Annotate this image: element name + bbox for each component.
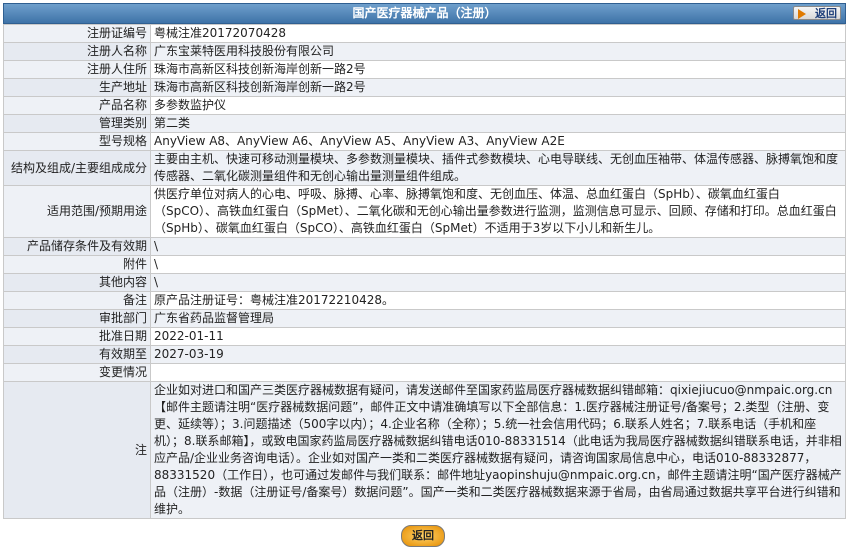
field-label: 变更情况 (3, 363, 151, 382)
panel-header: 国产医疗器械产品（注册） 返回 (3, 3, 846, 24)
field-label: 型号规格 (3, 132, 151, 151)
field-label: 附件 (3, 255, 151, 274)
field-value: \ (150, 255, 846, 274)
row-note: 注 企业如对进口和国产三类医疗器械数据有疑问，请发送邮件至国家药监局医疗器械数据… (3, 381, 846, 519)
field-label: 批准日期 (3, 327, 151, 346)
row-intended-use: 适用范围/预期用途 供医疗单位对病人的心电、呼吸、脉搏、心率、脉搏氧饱和度、无创血… (3, 185, 846, 238)
field-value: 广东宝莱特医用科技股份有限公司 (150, 42, 846, 61)
row-other: 其他内容 \ (3, 273, 846, 292)
field-value: \ (150, 237, 846, 256)
row-approval-date: 批准日期 2022-01-11 (3, 327, 846, 346)
field-value: 主要由主机、快速可移动测量模块、多参数测量模块、插件式参数模块、心电导联线、无创… (150, 150, 846, 186)
row-registration-no: 注册证编号 粤械注准20172070428 (3, 24, 846, 43)
field-label: 注册人名称 (3, 42, 151, 61)
field-label: 注 (3, 381, 151, 519)
back-button-bottom[interactable]: 返回 (401, 525, 445, 547)
row-model-spec: 型号规格 AnyView A8、AnyView A6、AnyView A5、Any… (3, 132, 846, 151)
back-button-top-label: 返回 (815, 7, 837, 20)
row-product-name: 产品名称 多参数监护仪 (3, 96, 846, 115)
field-label: 有效期至 (3, 345, 151, 364)
note-text: 企业如对进口和国产三类医疗器械数据有疑问，请发送邮件至国家药监局医疗器械数据纠错… (150, 381, 846, 519)
field-value: 多参数监护仪 (150, 96, 846, 115)
field-value: 第二类 (150, 114, 846, 133)
detail-table: 注册证编号 粤械注准20172070428 注册人名称 广东宝莱特医用科技股份有限公… (3, 24, 846, 519)
field-value: 珠海市高新区科技创新海岸创新一路2号 (150, 60, 846, 79)
field-label: 审批部门 (3, 309, 151, 328)
field-label: 注册证编号 (3, 24, 151, 43)
field-value: \ (150, 273, 846, 292)
field-label: 生产地址 (3, 78, 151, 97)
field-value (150, 363, 846, 382)
back-button-top[interactable]: 返回 (793, 6, 841, 20)
row-storage: 产品储存条件及有效期 \ (3, 237, 846, 256)
field-value: 珠海市高新区科技创新海岸创新一路2号 (150, 78, 846, 97)
field-label: 注册人住所 (3, 60, 151, 79)
field-value: 2027-03-19 (150, 345, 846, 364)
row-registrant-name: 注册人名称 广东宝莱特医用科技股份有限公司 (3, 42, 846, 61)
page-title: 国产医疗器械产品（注册） (352, 6, 497, 20)
row-changes: 变更情况 (3, 363, 846, 382)
field-value: 原产品注册证号：粤械注准20172210428。 (150, 291, 846, 310)
row-production-address: 生产地址 珠海市高新区科技创新海岸创新一路2号 (3, 78, 846, 97)
field-value: 供医疗单位对病人的心电、呼吸、脉搏、心率、脉搏氧饱和度、无创血压、体温、总血红蛋… (150, 185, 846, 238)
row-accessories: 附件 \ (3, 255, 846, 274)
field-label: 备注 (3, 291, 151, 310)
field-label: 其他内容 (3, 273, 151, 292)
field-label: 管理类别 (3, 114, 151, 133)
field-label: 适用范围/预期用途 (3, 185, 151, 238)
field-label: 结构及组成/主要组成成分 (3, 150, 151, 186)
row-valid-until: 有效期至 2027-03-19 (3, 345, 846, 364)
arrow-right-icon (798, 9, 806, 19)
field-label: 产品名称 (3, 96, 151, 115)
field-value: AnyView A8、AnyView A6、AnyView A5、AnyView… (150, 132, 846, 151)
row-composition: 结构及组成/主要组成成分 主要由主机、快速可移动测量模块、多参数测量模块、插件式参… (3, 150, 846, 186)
row-registrant-address: 注册人住所 珠海市高新区科技创新海岸创新一路2号 (3, 60, 846, 79)
row-management-class: 管理类别 第二类 (3, 114, 846, 133)
detail-panel: 国产医疗器械产品（注册） 返回 注册证编号 粤械注准20172070428 注册人… (3, 3, 846, 551)
field-label: 产品储存条件及有效期 (3, 237, 151, 256)
field-value: 2022-01-11 (150, 327, 846, 346)
row-approval-dept: 审批部门 广东省药品监督管理局 (3, 309, 846, 328)
panel-footer: 返回 (3, 519, 846, 549)
field-value: 粤械注准20172070428 (150, 24, 846, 43)
row-remarks: 备注 原产品注册证号：粤械注准20172210428。 (3, 291, 846, 310)
field-value: 广东省药品监督管理局 (150, 309, 846, 328)
